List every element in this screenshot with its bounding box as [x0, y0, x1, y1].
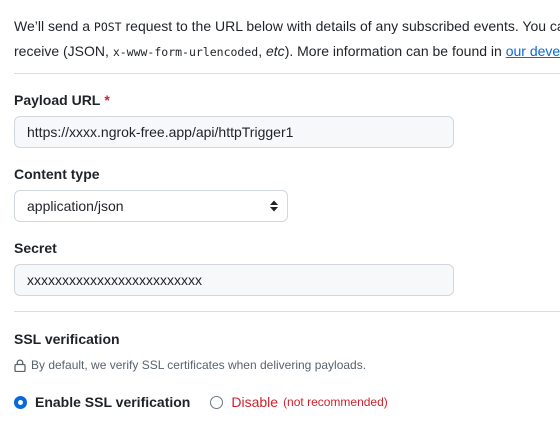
disable-ssl-radio[interactable]	[210, 395, 224, 409]
developer-docs-link[interactable]: our developer documentation	[506, 43, 560, 59]
enable-ssl-label[interactable]: Enable SSL verification	[35, 392, 190, 412]
payload-url-label: Payload URL *	[14, 90, 110, 110]
method-code: POST	[93, 20, 122, 34]
payload-url-value: https://xxxx.ngrok-free.app/api/httpTrig…	[27, 124, 294, 140]
not-recommended-note: (not recommended)	[283, 395, 388, 409]
ssl-note-text: By default, we verify SSL certificates w…	[31, 358, 367, 372]
ssl-note: By default, we verify SSL certificates w…	[14, 356, 366, 374]
secret-value: xxxxxxxxxxxxxxxxxxxxxxxxx	[27, 272, 202, 288]
intro-etc: etc	[266, 43, 285, 59]
divider	[14, 73, 560, 74]
payload-url-label-text: Payload URL	[14, 92, 101, 108]
content-type-select[interactable]: application/json	[14, 190, 288, 222]
format-code: x-www-form-urlencoded	[112, 45, 259, 59]
secret-label: Secret	[14, 240, 57, 256]
chevron-up-down-icon	[270, 200, 278, 212]
secret-input[interactable]: xxxxxxxxxxxxxxxxxxxxxxxxx	[14, 264, 454, 296]
content-type-label: Content type	[14, 166, 100, 182]
intro-text: We’ll send a POST request to the URL bel…	[14, 14, 560, 64]
ssl-verification-label: SSL verification	[14, 331, 120, 347]
intro-text-segment: receive (JSON,	[14, 43, 113, 59]
intro-line-2: receive (JSON, x-www-form-urlencoded, et…	[14, 39, 560, 64]
intro-text-segment: ). More information can be found in	[284, 43, 506, 59]
content-type-selected: application/json	[27, 198, 124, 214]
intro-text-segment: We’ll send a	[14, 18, 94, 34]
required-asterisk: *	[104, 92, 110, 108]
intro-text-segment: request to the URL below with details of…	[125, 18, 560, 34]
payload-url-input[interactable]: https://xxxx.ngrok-free.app/api/httpTrig…	[14, 116, 454, 148]
ssl-radio-group: Enable SSL verification Disable (not rec…	[14, 392, 388, 412]
intro-line-1: We’ll send a POST request to the URL bel…	[14, 14, 560, 39]
disable-ssl-label[interactable]: Disable	[231, 392, 278, 412]
enable-ssl-radio[interactable]	[14, 395, 27, 409]
divider	[14, 311, 560, 312]
lock-icon	[14, 359, 26, 372]
webhook-form: We’ll send a POST request to the URL bel…	[0, 0, 560, 426]
intro-text-segment: ,	[258, 43, 266, 59]
